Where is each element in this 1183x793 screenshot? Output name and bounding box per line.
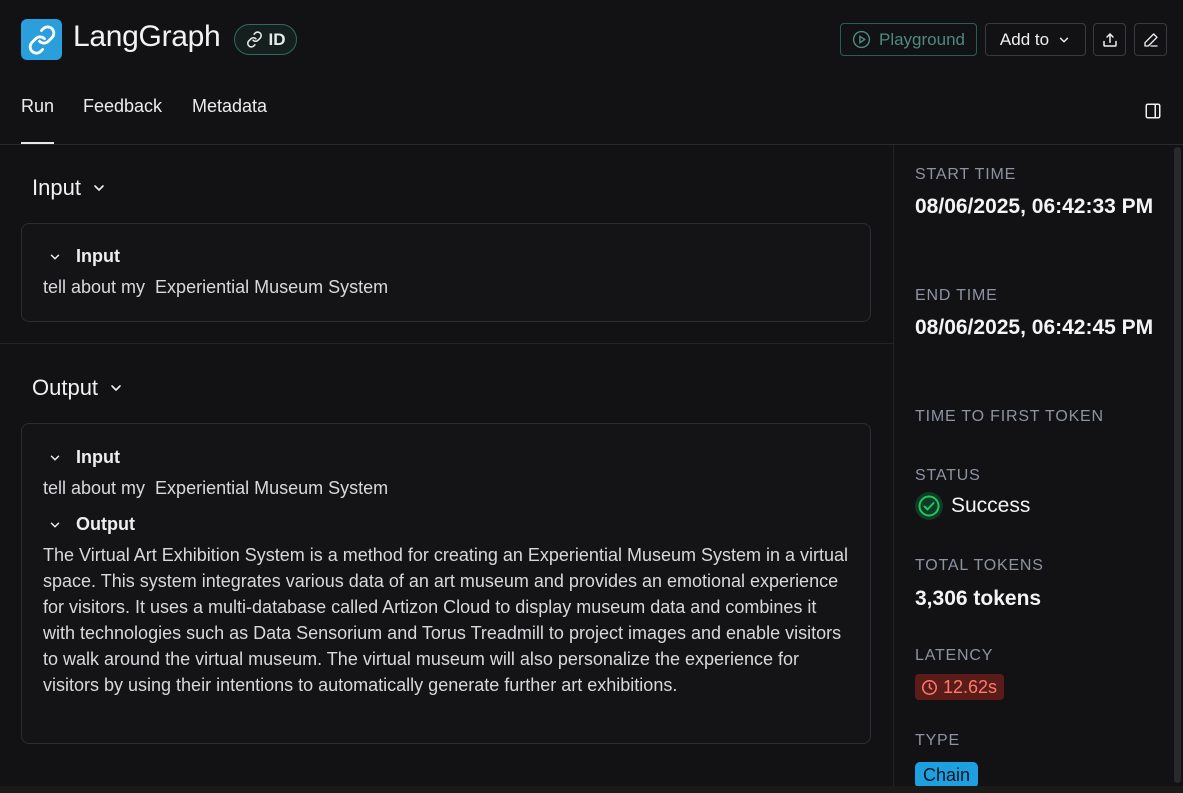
share-button[interactable] [1093, 23, 1126, 56]
input-text: tell about my Experiential Museum System [43, 277, 389, 297]
run-details-sidebar: START TIME 08/06/2025, 06:42:33 PM END T… [893, 145, 1183, 793]
end-time-value: 08/06/2025, 06:42:45 PM [915, 316, 1154, 339]
clock-icon [921, 679, 938, 695]
chevron-down-icon [50, 253, 60, 260]
check-circle-icon [915, 492, 943, 520]
latency-badge: 12.62s [915, 674, 1005, 700]
latency-label: LATENCY [915, 647, 994, 664]
output-input-heading: Input [76, 447, 120, 467]
link-icon [246, 31, 262, 48]
chevron-down-icon [94, 185, 104, 191]
status-value: Success [915, 492, 1030, 520]
play-circle-icon [852, 30, 871, 49]
input-section-toggle[interactable]: Input [32, 175, 107, 201]
output-input-text: tell about my Experiential Museum System [43, 478, 389, 498]
upload-icon [1102, 32, 1117, 47]
ttft-label: TIME TO FIRST TOKEN [915, 408, 1104, 425]
total-tokens-label: TOTAL TOKENS [915, 557, 1044, 574]
playground-button[interactable]: Playground [840, 23, 977, 56]
tab-bar: Run Feedback Metadata [0, 80, 1183, 145]
output-output-toggle[interactable]: Output [48, 514, 135, 535]
id-label: ID [268, 29, 286, 49]
status-label: STATUS [915, 467, 981, 484]
sidebar-toggle-button[interactable] [1144, 102, 1162, 125]
pencil-icon [1143, 32, 1158, 47]
output-section-toggle[interactable]: Output [32, 375, 124, 401]
add-to-button[interactable]: Add to [985, 23, 1086, 56]
add-to-label: Add to [999, 29, 1050, 49]
start-time-value: 08/06/2025, 06:42:33 PM [915, 195, 1154, 218]
type-badge: Chain [915, 762, 979, 788]
chevron-down-icon [50, 454, 60, 461]
sidebar-scrollbar[interactable] [1174, 147, 1181, 783]
header: LangGraph ID Playground Add to [0, 0, 1183, 80]
edit-button[interactable] [1134, 23, 1167, 56]
tab-run[interactable]: Run [21, 96, 55, 144]
tab-metadata[interactable]: Metadata [192, 96, 267, 117]
main-panel: Input Input tell about my Experiential M… [0, 145, 893, 793]
total-tokens-value: 3,306 tokens [915, 587, 1042, 610]
chevron-down-icon [111, 385, 121, 391]
bottom-edge [0, 786, 1183, 793]
latency-value: 12.62s [943, 676, 998, 697]
input-card-heading: Input [76, 246, 120, 266]
end-time-label: END TIME [915, 287, 998, 304]
tab-feedback[interactable]: Feedback [83, 96, 162, 117]
output-input-toggle[interactable]: Input [48, 447, 120, 468]
input-card: Input tell about my Experiential Museum … [21, 223, 871, 322]
chevron-down-icon [1059, 37, 1069, 42]
type-label: TYPE [915, 732, 960, 749]
chevron-down-icon [50, 521, 60, 528]
output-section-title: Output [32, 375, 99, 400]
copy-id-button[interactable]: ID [234, 24, 297, 55]
panel-right-icon [1145, 103, 1161, 119]
input-card-toggle[interactable]: Input [48, 246, 120, 267]
start-time-label: START TIME [915, 166, 1017, 183]
section-divider [0, 343, 893, 344]
link-logo-icon [21, 19, 62, 60]
output-card: Input tell about my Experiential Museum … [21, 423, 871, 744]
playground-label: Playground [878, 29, 965, 49]
app-title: LangGraph [73, 20, 221, 53]
output-output-heading: Output [76, 514, 135, 534]
status-text: Success [951, 494, 1031, 517]
output-text: The Virtual Art Exhibition System is a m… [43, 545, 849, 695]
input-section-title: Input [32, 175, 81, 200]
